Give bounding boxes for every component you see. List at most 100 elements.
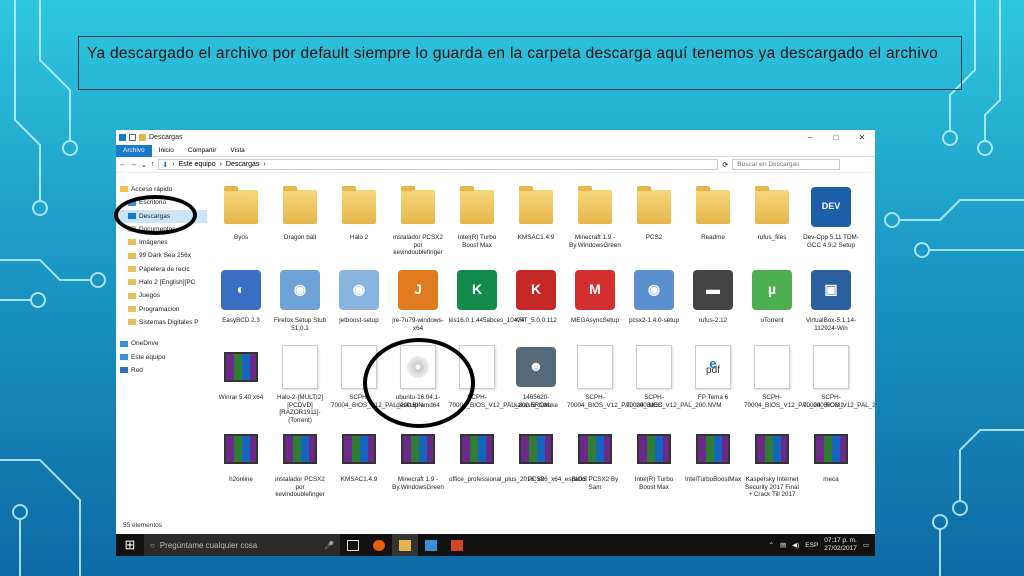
folder-icon: [750, 183, 794, 231]
file-item[interactable]: ◉ jetboost-setup: [331, 266, 387, 325]
network-icon[interactable]: ▤: [780, 541, 786, 549]
file-item[interactable]: rufus_files: [744, 183, 800, 242]
file-item[interactable]: instalador PCSX2 por kevindoublefinger: [272, 425, 328, 499]
app-icon: K: [514, 266, 558, 314]
nav-item[interactable]: Juegos: [116, 289, 207, 302]
file-item[interactable]: PCS2: [626, 183, 682, 242]
nav-item[interactable]: Red: [116, 364, 207, 377]
file-label: office_professional_plus_2016_x86_x64_es…: [449, 476, 587, 483]
nav-item[interactable]: Sistemas Digitales P: [116, 316, 207, 329]
taskbar-search[interactable]: ○ Pregúntame cualquier cosa 🎤: [144, 534, 340, 556]
close-button[interactable]: ✕: [849, 133, 875, 142]
file-item[interactable]: ◐ EasyBCD 2.3: [213, 266, 269, 325]
maximize-button[interactable]: □: [823, 133, 849, 142]
file-label: Firefox Setup Stub 51.0.1: [273, 317, 327, 332]
file-item[interactable]: BIOS PCSX2 By Sam: [567, 425, 623, 491]
file-item[interactable]: instalador PCSX2 por kevindoublefinger: [390, 183, 446, 257]
file-label: pcsx2-1.4.0-setup: [628, 317, 680, 324]
file-item[interactable]: Halo-2-[MULTI2][PCDVD][RAZOR1911]-(Torre…: [272, 343, 328, 424]
nav-item[interactable]: Programacion: [116, 303, 207, 316]
file-item[interactable]: Kkis16.0.1.445abces_10474: [449, 266, 524, 325]
file-item[interactable]: M MEGAsyncSetup: [567, 266, 623, 325]
file-item[interactable]: SCPH-70004_BIOS_V12_PAL_200.NVM: [626, 343, 721, 409]
file-item[interactable]: KMSAC1.4.9: [331, 425, 387, 484]
tab-archivo[interactable]: Archivo: [116, 144, 152, 157]
winrar-archive-icon: [337, 425, 381, 473]
file-item[interactable]: SCPH-70004_BIOS_V12_PAL_200.ROM1: [744, 343, 844, 409]
minimize-button[interactable]: –: [797, 133, 823, 142]
task-view-icon[interactable]: [340, 534, 366, 556]
winrar-archive-icon: [809, 425, 853, 473]
folder-icon: [396, 183, 440, 231]
language-indicator[interactable]: ESP: [805, 542, 818, 549]
chevron-down-icon[interactable]: ⌄: [141, 161, 147, 169]
clock[interactable]: 07:17 p. m. 27/02/2017: [824, 537, 857, 553]
file-item[interactable]: Byos: [213, 183, 269, 242]
microphone-icon[interactable]: 🎤: [324, 541, 334, 550]
notifications-icon[interactable]: ▭: [863, 541, 869, 549]
store-icon[interactable]: [418, 534, 444, 556]
file-item[interactable]: Minecraft 1.9 - By.WindowsGreen: [567, 183, 623, 249]
file-item[interactable]: Readme: [685, 183, 741, 242]
file-item[interactable]: K KRT_5.0.0.112: [508, 266, 564, 325]
windows-start-icon[interactable]: ⊞: [116, 537, 144, 553]
nav-item[interactable]: Imágenes: [116, 236, 207, 249]
forward-icon[interactable]: →: [130, 161, 137, 168]
chevron-up-icon[interactable]: ⌃: [769, 541, 774, 549]
file-item[interactable]: Halo 2: [331, 183, 387, 242]
search-input[interactable]: Buscar en Descargas: [732, 159, 841, 170]
file-explorer-icon[interactable]: [392, 534, 418, 556]
file-item[interactable]: PCS2: [508, 425, 564, 484]
file-item[interactable]: ◉ Firefox Setup Stub 51.0.1: [272, 266, 328, 332]
file-item[interactable]: h2online: [213, 425, 269, 484]
file-item[interactable]: Minecraft 1.9 - By.WindowsGreen: [390, 425, 446, 491]
refresh-icon[interactable]: ⟳: [722, 161, 728, 169]
file-item[interactable]: Kaspersky Internet Security 2017 Final +…: [744, 425, 800, 499]
file-label: instalador PCSX2 por kevindoublefinger: [275, 476, 325, 498]
file-item[interactable]: Winrar 5.40 x64: [213, 343, 269, 402]
file-item[interactable]: SCPH-70004_BIOS_V12_PAL_200.ROM2: [803, 343, 875, 409]
back-icon[interactable]: ←: [119, 161, 126, 168]
tab-inicio[interactable]: Inicio: [152, 145, 181, 157]
breadcrumb-este-equipo[interactable]: Este equipo: [179, 161, 216, 168]
file-item[interactable]: Jjre-7u79-windows-x64: [390, 266, 446, 332]
powerpoint-icon[interactable]: [444, 534, 470, 556]
app-icon: µ: [750, 266, 794, 314]
tab-vista[interactable]: Vista: [223, 145, 251, 157]
tab-compartir[interactable]: Compartir: [181, 145, 224, 157]
nav-item[interactable]: 99 Dark Sea 256x: [116, 249, 207, 262]
nav-item[interactable]: Papelera de recic: [116, 263, 207, 276]
firefox-icon[interactable]: [366, 534, 392, 556]
folder-icon: [514, 183, 558, 231]
up-icon[interactable]: ↑: [151, 161, 155, 168]
nav-item[interactable]: Halo 2 [English][PC: [116, 276, 207, 289]
checkbox-icon[interactable]: [129, 134, 136, 141]
file-item[interactable]: ☻ 1465620-kakashi_hatake: [508, 343, 564, 409]
file-item[interactable]: IntelTurboBoostMax: [685, 425, 741, 484]
file-item[interactable]: Dragon ball: [272, 183, 328, 242]
app-icon: K: [455, 266, 499, 314]
app-icon: ▬: [691, 266, 735, 314]
file-label: rufus-2.12: [698, 317, 728, 324]
nav-item[interactable]: Este equipo: [116, 351, 207, 364]
file-item[interactable]: e pdf FP Tema 6: [685, 343, 741, 402]
file-item[interactable]: DEV Dev-Cpp 5.11 TDM-GCC 4.9.2 Setup: [803, 183, 859, 249]
file-label: SCPH-70004_BIOS_V12_PAL_200.ROM2: [803, 394, 875, 409]
file-item[interactable]: Intel(R) Turbo Boost Max: [449, 183, 505, 249]
file-item[interactable]: office_professional_plus_2016_x86_x64_es…: [449, 425, 587, 484]
breadcrumb-descargas[interactable]: Descargas: [226, 161, 259, 168]
save-icon[interactable]: [119, 134, 126, 141]
file-item[interactable]: ▬ rufus-2.12: [685, 266, 741, 325]
breadcrumb[interactable]: ⬇ › Este equipo › Descargas ›: [158, 159, 719, 170]
winrar-archive-icon: [514, 425, 558, 473]
file-item[interactable]: SCPH-70004_BIOS_V12_PAL_200.MEC: [567, 343, 662, 409]
file-item[interactable]: meca: [803, 425, 859, 484]
file-item[interactable]: µ uTorrent: [744, 266, 800, 325]
volume-icon[interactable]: ◀): [792, 541, 799, 549]
file-item[interactable]: Intel(R) Turbo Boost Max: [626, 425, 682, 491]
file-item[interactable]: ▣ VirtualBox-5.1.14-112924-Win: [803, 266, 859, 332]
file-label: instalador PCSX2 por kevindoublefinger: [393, 234, 443, 256]
nav-item[interactable]: OneDrive: [116, 337, 207, 350]
file-item[interactable]: ◉ pcsx2-1.4.0-setup: [626, 266, 682, 325]
file-item[interactable]: KMSAC1.4.9: [508, 183, 564, 242]
